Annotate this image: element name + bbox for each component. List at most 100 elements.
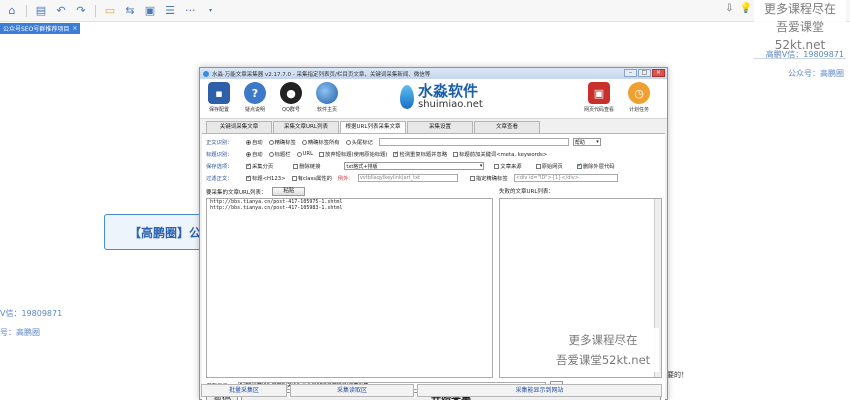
homepage-button[interactable]: 软件主页: [312, 82, 342, 113]
link-icon[interactable]: ⇆: [122, 3, 138, 19]
body-precise-all-radio[interactable]: 精确标签所有: [301, 138, 340, 146]
note-icon[interactable]: ☰: [162, 3, 178, 19]
help-button[interactable]: ? 疑点说明: [240, 82, 270, 113]
filter-example-label: 例外：: [337, 176, 354, 182]
tab-publish-site[interactable]: 采集能显示到网站: [417, 384, 662, 397]
logo-en: shuimiao.net: [418, 99, 483, 110]
save-config-button[interactable]: ▪ 保存配置: [204, 82, 234, 113]
format-select[interactable]: txt格式+排版 ▾: [344, 162, 485, 170]
export-icon[interactable]: ⇩: [725, 3, 733, 14]
water-drop-icon: [400, 84, 414, 109]
watermark-middle: 更多课程尽在 吾爱课堂52kt.net: [547, 328, 659, 372]
watermark-mid-line1: 更多课程尽在: [568, 333, 638, 347]
url-list-label: 要采集的文章URL列表：: [206, 189, 267, 196]
tab-url-list[interactable]: 采集文章URL列表: [273, 121, 339, 133]
body-marker-input[interactable]: [378, 138, 569, 146]
precise-tag-input[interactable]: <div id="ID">{1}</div>: [513, 174, 618, 182]
body-label: 正文识别：: [206, 140, 233, 146]
brand-logo: 水淼软件 shuimiao.net: [400, 83, 483, 110]
title-keyword-checkbox[interactable]: 标题前加关键词<meta, keywords>: [453, 150, 547, 158]
schedule-button[interactable]: ◷ 计划任务: [624, 82, 654, 113]
clock-icon: ◷: [628, 82, 650, 104]
home-icon[interactable]: ⌂: [4, 3, 20, 19]
toolbar-separator: [95, 4, 96, 17]
title-auto-radio[interactable]: 自动: [246, 150, 263, 158]
globe-icon: [316, 82, 338, 104]
code-icon: ▣: [588, 82, 610, 104]
penguin-icon: ●: [280, 82, 302, 104]
window-controls: – □ ×: [624, 69, 665, 77]
body-auto-radio[interactable]: 自动: [246, 138, 263, 146]
title-label: 标题识别：: [206, 152, 233, 158]
short-title-checkbox[interactable]: 放弃短标题(使用原始标题): [319, 150, 387, 158]
save-config-label: 保存配置: [208, 107, 229, 113]
watermark-line1: 更多课程尽在: [763, 2, 836, 16]
logo-cn: 水淼软件: [418, 82, 479, 100]
bottom-tabs: 批量采集区 采集读取区 采集能显示到网站: [199, 384, 668, 400]
filter-heading-checkbox[interactable]: 标题<H123>: [246, 174, 286, 182]
image-icon[interactable]: ▣: [142, 3, 158, 19]
save-icon[interactable]: ▤: [33, 3, 49, 19]
app-icon: [203, 70, 209, 77]
remove-links-checkbox[interactable]: 删除链接: [293, 162, 320, 170]
url-list-textarea[interactable]: http://bbs.tianya.cn/post-417-105975-1.s…: [206, 198, 493, 378]
left-wechat-text: V信：19809871: [0, 309, 63, 318]
minimize-button[interactable]: –: [624, 69, 637, 77]
homepage-label: 软件主页: [316, 107, 337, 113]
window-titlebar[interactable]: 水淼·万能文章采集器 v2.17.7.0 - 采集指定列表页/栏目页文章，关键词…: [200, 68, 667, 79]
host-toolbar: ⌂ ▤ ↶ ↷ ▭ ⇆ ▣ ☰ ··· ▾ ⇩ 💡: [0, 0, 850, 22]
watermark-mid-line2: 吾爱课堂52kt.net: [555, 353, 651, 367]
url-list-header: 要采集的文章URL列表： 粘贴: [206, 187, 306, 196]
maximize-button[interactable]: □: [638, 69, 651, 77]
redo-icon[interactable]: ↷: [73, 3, 89, 19]
title-bar-radio[interactable]: 标题栏: [268, 150, 291, 158]
tab-article-view[interactable]: 文章查看: [474, 121, 540, 133]
document-tab-label: 公众号SEO号群推荐项目: [3, 26, 70, 33]
paste-button[interactable]: 粘贴: [272, 187, 306, 196]
floppy-icon: ▪: [208, 82, 230, 104]
document-tab[interactable]: 公众号SEO号群推荐项目 ×: [0, 23, 81, 34]
body-recognition-row: 正文识别： 自动 精确标签 精确标签所有 头尾标记 帮助 ▾: [206, 137, 601, 147]
qq-button[interactable]: ● QQ群号: [276, 82, 306, 113]
more-icon[interactable]: ···: [182, 3, 199, 19]
window-title: 水淼·万能文章采集器 v2.17.7.0 - 采集指定列表页/栏目页文章，关键词…: [212, 71, 431, 78]
folder-icon[interactable]: ▭: [102, 3, 118, 19]
tab-settings[interactable]: 采集设置: [407, 121, 473, 133]
lightbulb-icon[interactable]: 💡: [740, 3, 752, 14]
tab-keyword-collect[interactable]: 关键词采集文章: [206, 121, 272, 133]
tab-batch-area[interactable]: 批量采集区: [201, 384, 287, 397]
dup-title-checkbox[interactable]: 检测重复标题并忽略: [393, 150, 447, 158]
paginate-checkbox[interactable]: 采集分页: [246, 162, 273, 170]
filter-class-checkbox[interactable]: 有class属性的: [291, 174, 332, 182]
precise-tag-checkbox[interactable]: 指定精确标签: [469, 174, 508, 182]
close-icon[interactable]: ×: [72, 25, 77, 32]
body-headtail-radio[interactable]: 头尾标记: [345, 138, 373, 146]
dropdown-icon[interactable]: ▾: [203, 3, 219, 19]
close-button[interactable]: ×: [652, 69, 665, 77]
main-tabs: 关键词采集文章 采集文章URL列表 根据URL列表采集文章 采集设置 文章查看: [200, 121, 667, 134]
help-icon: ?: [244, 82, 266, 104]
tab-read-area[interactable]: 采集读取区: [290, 384, 414, 397]
filter-row: 过滤正文： 标题<H123> 有class属性的 例外： vvtbllaqylk…: [206, 173, 618, 183]
filter-example-input[interactable]: vvtbllaqylkeylink|art_txt: [357, 174, 458, 182]
source-checkbox[interactable]: 文章来源: [494, 162, 522, 170]
toolbar-right: ⇩ 💡: [725, 3, 752, 14]
undo-icon[interactable]: ↶: [53, 3, 69, 19]
view-source-button[interactable]: ▣ 网页代码查看: [584, 82, 614, 113]
right-public-text: 公众号：高鹏圈: [788, 69, 844, 78]
strip-outer-checkbox[interactable]: 删除外层代码: [576, 162, 615, 170]
body-precise-radio[interactable]: 精确标签: [268, 138, 296, 146]
app-toolbar: ▪ 保存配置 ? 疑点说明 ● QQ群号 软件主页 水淼软件 shuimiao.…: [200, 79, 667, 119]
title-recognition-row: 标题识别： 自动 标题栏 URL 放弃短标题(使用原始标题) 检测重复标题并忽略…: [206, 149, 549, 159]
title-url-radio[interactable]: URL: [296, 151, 313, 157]
qq-label: QQ群号: [282, 107, 300, 113]
failed-list-header: 失败的文章URL列表：: [499, 187, 554, 195]
mindmap-node[interactable]: 【高鹏圈】公: [104, 214, 214, 250]
body-help-select[interactable]: 帮助 ▾: [572, 138, 601, 146]
right-wechat-text: 高鹏V信：19809871: [765, 50, 844, 59]
left-public-text: 号：高鹏圈: [0, 328, 40, 337]
save-label: 保存选项：: [206, 164, 233, 170]
view-source-label: 网页代码查看: [584, 107, 615, 113]
failed-list-label: 失败的文章URL列表：: [499, 189, 554, 195]
original-page-checkbox[interactable]: 原始网页: [535, 162, 563, 170]
